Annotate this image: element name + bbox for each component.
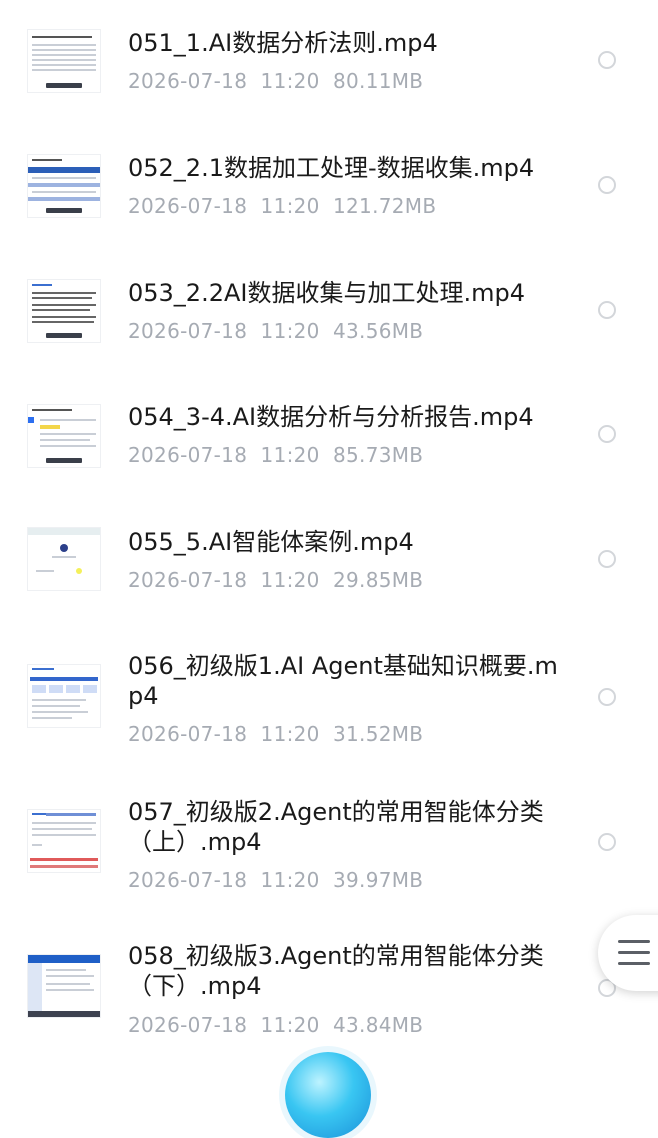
file-name: 054_3-4.AI数据分析与分析报告.mp4 — [128, 403, 534, 431]
video-thumbnail — [28, 665, 100, 727]
radio-unchecked-icon[interactable] — [598, 51, 616, 69]
video-thumbnail — [28, 155, 100, 217]
video-thumbnail — [28, 405, 100, 467]
video-thumbnail — [28, 30, 100, 92]
file-meta: 2026-07-18 11:20 85.73MB — [128, 443, 424, 467]
radio-unchecked-icon[interactable] — [598, 833, 616, 851]
radio-unchecked-icon[interactable] — [598, 176, 616, 194]
file-meta: 2026-07-18 11:20 43.84MB — [128, 1013, 424, 1037]
file-name: 058_初级版3.Agent的常用智能体分类（下）.mp4 — [128, 942, 544, 1000]
video-thumbnail — [28, 528, 100, 590]
file-name: 057_初级版2.Agent的常用智能体分类（上）.mp4 — [128, 798, 544, 856]
radio-unchecked-icon[interactable] — [598, 688, 616, 706]
file-meta: 2026-07-18 11:20 39.97MB — [128, 868, 424, 892]
file-name: 056_初级版1.AI Agent基础知识概要.mp4 — [128, 652, 558, 710]
file-meta: 2026-07-18 11:20 43.56MB — [128, 319, 424, 343]
video-thumbnail — [28, 810, 100, 872]
video-thumbnail — [28, 280, 100, 342]
file-meta: 2026-07-18 11:20 29.85MB — [128, 568, 424, 592]
file-name: 053_2.2AI数据收集与加工处理.mp4 — [128, 279, 525, 307]
video-thumbnail — [28, 955, 100, 1017]
file-meta: 2026-07-18 11:20 121.72MB — [128, 194, 437, 218]
radio-unchecked-icon[interactable] — [598, 425, 616, 443]
hamburger-menu-icon — [618, 940, 650, 973]
file-meta: 2026-07-18 11:20 31.52MB — [128, 722, 424, 746]
assistant-ball-icon[interactable] — [285, 1052, 371, 1138]
file-meta: 2026-07-18 11:20 80.11MB — [128, 69, 424, 93]
radio-unchecked-icon[interactable] — [598, 301, 616, 319]
file-name: 051_1.AI数据分析法则.mp4 — [128, 29, 438, 57]
file-name: 055_5.AI智能体案例.mp4 — [128, 528, 414, 556]
radio-unchecked-icon[interactable] — [598, 550, 616, 568]
file-name: 052_2.1数据加工处理-数据收集.mp4 — [128, 154, 535, 182]
